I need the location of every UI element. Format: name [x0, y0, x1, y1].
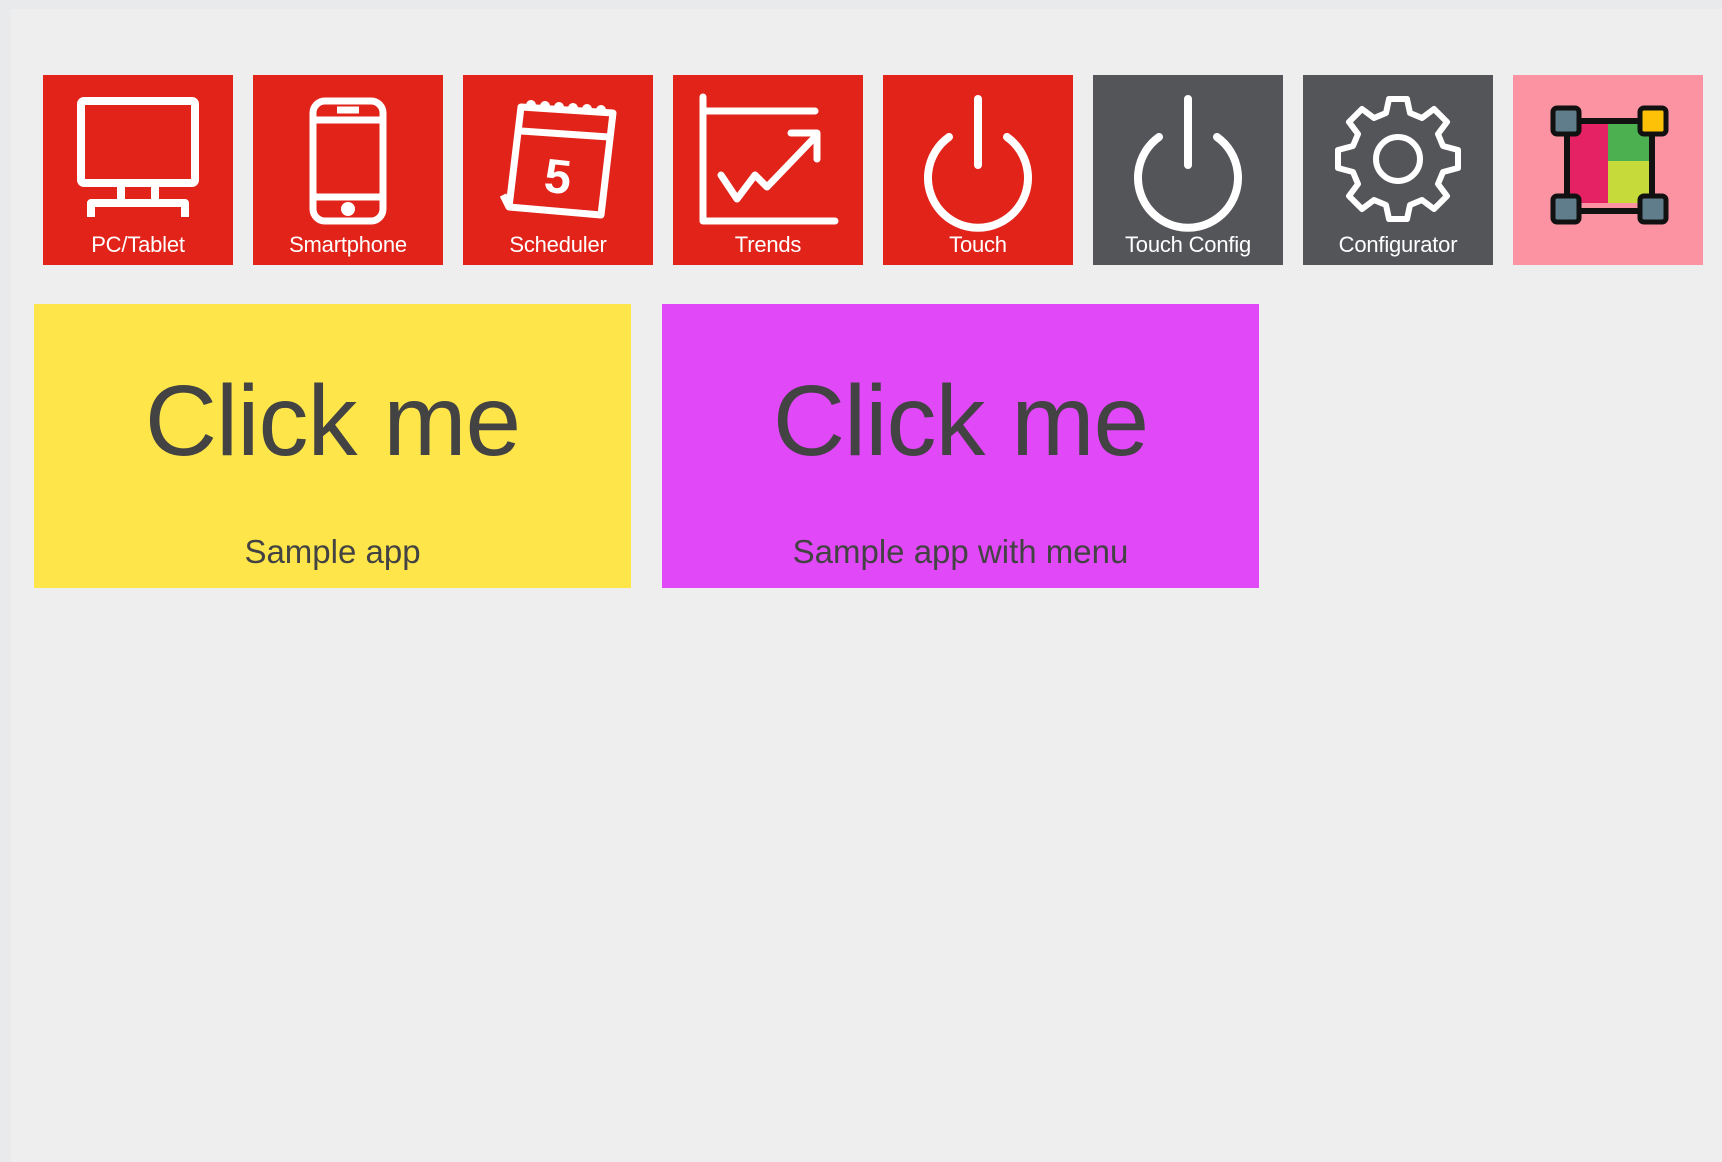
app-card-sample-menu[interactable]: Click me Sample app with menu [662, 304, 1259, 588]
tile-smartphone[interactable]: Smartphone [253, 75, 443, 265]
tile-label: Smartphone [289, 232, 407, 257]
tile-scheduler[interactable]: 5 Scheduler [463, 75, 653, 265]
app-card-title: Click me [772, 365, 1149, 477]
tile-touch[interactable]: Touch [883, 75, 1073, 265]
layout-editor-icon [1550, 105, 1669, 225]
tile-label: Trends [734, 232, 802, 257]
tile-configurator[interactable]: Configurator [1303, 75, 1493, 265]
svg-text:5: 5 [542, 150, 574, 206]
tile-touch-config[interactable]: Touch Config [1093, 75, 1283, 265]
tile-label: Touch [949, 232, 1007, 257]
tile-label: Scheduler [509, 232, 607, 257]
tile-layout-editor[interactable] [1513, 75, 1703, 265]
app-card-subtitle: Sample app [244, 533, 421, 570]
app-card-title: Click me [144, 365, 521, 477]
app-card-subtitle: Sample app with menu [792, 533, 1129, 570]
app-canvas: PC/Tablet Smartphone 5 Scheduler Trends … [11, 9, 1722, 1162]
tile-label: Touch Config [1124, 232, 1251, 257]
tile-label: Configurator [1338, 232, 1458, 257]
tile-label: PC/Tablet [91, 232, 185, 257]
tile-trends[interactable]: Trends [673, 75, 863, 265]
tile-pc-tablet[interactable]: PC/Tablet [43, 75, 233, 265]
app-card-sample[interactable]: Click me Sample app [34, 304, 631, 588]
